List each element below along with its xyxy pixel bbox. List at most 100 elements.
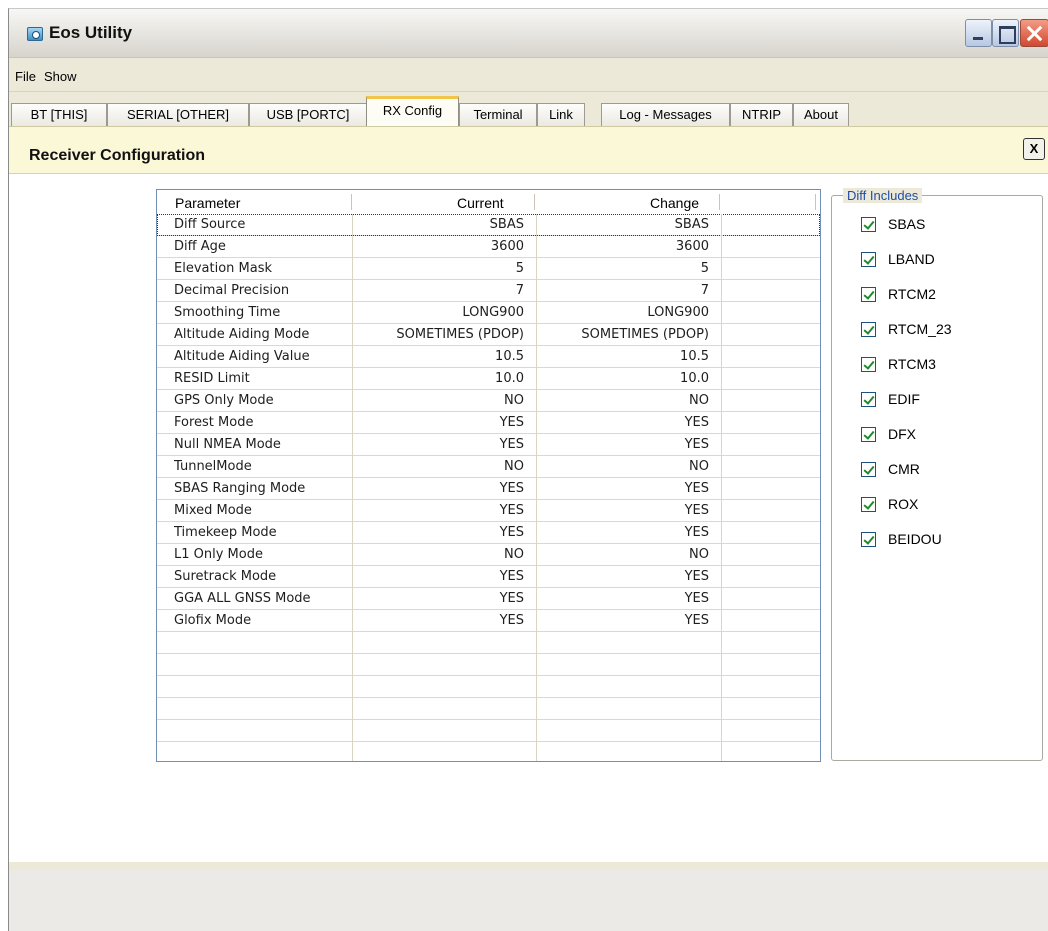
checkbox-checked-icon[interactable] — [861, 252, 876, 267]
checkbox-checked-icon[interactable] — [861, 497, 876, 512]
header-separator[interactable] — [534, 194, 535, 210]
panel-title: Receiver Configuration — [29, 147, 206, 164]
checkbox-label: RTCM3 — [888, 356, 936, 372]
cell-current: LONG900 — [462, 305, 524, 320]
window-title: Eos Utility — [49, 23, 133, 42]
cell-current: YES — [499, 437, 524, 452]
cell-change[interactable]: LONG900 — [537, 305, 709, 320]
cell-parameter: Forest Mode — [174, 415, 254, 430]
cell-parameter: TunnelMode — [174, 459, 252, 474]
cell-parameter: Glofix Mode — [174, 613, 252, 628]
cell-change[interactable]: 3600 — [537, 239, 709, 254]
cell-parameter: Diff Source — [174, 217, 246, 232]
cell-change[interactable]: YES — [537, 415, 709, 430]
checkbox-checked-icon[interactable] — [861, 392, 876, 407]
tab-strip: BT [THIS] SERIAL [OTHER] USB [PORTC] RX … — [9, 92, 1048, 127]
cell-change[interactable]: NO — [537, 547, 709, 562]
cell-current: SBAS — [489, 217, 524, 232]
tab-rx-config[interactable]: RX Config — [366, 96, 459, 126]
header-parameter[interactable]: Parameter — [175, 195, 240, 211]
cell-current: YES — [499, 415, 524, 430]
panel-header: Receiver Configuration X — [9, 126, 1048, 174]
diff-includes-legend: Diff Includes — [843, 188, 923, 203]
cell-change[interactable]: 5 — [537, 261, 709, 276]
cell-parameter: GPS Only Mode — [174, 393, 274, 408]
cell-change[interactable]: NO — [537, 393, 709, 408]
header-separator[interactable] — [815, 194, 816, 210]
cell-parameter: Timekeep Mode — [174, 525, 277, 540]
cell-change[interactable]: YES — [537, 437, 709, 452]
cell-current: 10.5 — [495, 349, 524, 364]
status-area — [9, 870, 1048, 931]
cell-change[interactable]: 10.5 — [537, 349, 709, 364]
menu-file[interactable]: File — [15, 69, 36, 84]
cell-change[interactable]: 7 — [537, 283, 709, 298]
column-divider — [536, 214, 537, 761]
column-divider — [352, 214, 353, 761]
minimize-button[interactable] — [965, 19, 992, 47]
cell-current: YES — [499, 569, 524, 584]
menu-bar: File Show — [9, 58, 1048, 92]
cell-change[interactable]: NO — [537, 459, 709, 474]
checkbox-checked-icon[interactable] — [861, 462, 876, 477]
checkbox-label: SBAS — [888, 216, 926, 232]
cell-current: NO — [504, 393, 524, 408]
checkbox-checked-icon[interactable] — [861, 217, 876, 232]
panel-close-button[interactable]: X — [1023, 138, 1045, 160]
cell-current: 5 — [515, 261, 524, 276]
cell-change[interactable]: SOMETIMES (PDOP) — [537, 327, 709, 342]
cell-parameter: Mixed Mode — [174, 503, 252, 518]
cell-change[interactable]: YES — [537, 525, 709, 540]
cell-current: SOMETIMES (PDOP) — [396, 327, 524, 342]
checkbox-label: RTCM2 — [888, 286, 936, 302]
header-current[interactable]: Current — [457, 195, 504, 211]
checkbox-checked-icon[interactable] — [861, 427, 876, 442]
cell-change[interactable]: YES — [537, 481, 709, 496]
tab-link[interactable]: Link — [537, 103, 585, 127]
header-change[interactable]: Change — [650, 195, 699, 211]
cell-change[interactable]: YES — [537, 503, 709, 518]
cell-parameter: Smoothing Time — [174, 305, 281, 320]
cell-change[interactable]: YES — [537, 591, 709, 606]
cell-parameter: Null NMEA Mode — [174, 437, 281, 452]
cell-current: 7 — [515, 283, 524, 298]
checkbox-checked-icon[interactable] — [861, 322, 876, 337]
cell-parameter: Altitude Aiding Value — [174, 349, 310, 364]
tab-about[interactable]: About — [793, 103, 849, 127]
cell-parameter: L1 Only Mode — [174, 547, 263, 562]
cell-change[interactable]: YES — [537, 569, 709, 584]
header-separator[interactable] — [351, 194, 352, 210]
title-bar[interactable]: Eos Utility — [9, 9, 1048, 58]
header-separator[interactable] — [719, 194, 720, 210]
cell-current: YES — [499, 591, 524, 606]
app-icon — [27, 27, 43, 41]
cell-change[interactable]: SBAS — [537, 217, 709, 232]
cell-parameter: Diff Age — [174, 239, 226, 254]
tab-bt[interactable]: BT [THIS] — [11, 103, 107, 127]
maximize-button[interactable] — [992, 19, 1019, 47]
tab-terminal[interactable]: Terminal — [459, 103, 537, 127]
column-divider — [721, 214, 722, 761]
config-grid[interactable]: Parameter Current Change Diff Source SBAS… — [156, 189, 821, 762]
checkbox-label: BEIDOU — [888, 531, 942, 547]
close-window-button[interactable] — [1020, 19, 1048, 47]
cell-current: YES — [499, 503, 524, 518]
cell-change[interactable]: YES — [537, 613, 709, 628]
checkbox-checked-icon[interactable] — [861, 357, 876, 372]
checkbox-checked-icon[interactable] — [861, 532, 876, 547]
app-window: Eos Utility File Show BT [THIS] SERIAL [… — [8, 8, 1048, 931]
tab-ntrip[interactable]: NTRIP — [730, 103, 793, 127]
cell-current: YES — [499, 481, 524, 496]
cell-current: 10.0 — [495, 371, 524, 386]
tab-log-messages[interactable]: Log - Messages — [601, 103, 730, 127]
checkbox-label: RTCM_23 — [888, 321, 952, 337]
cell-parameter: Decimal Precision — [174, 283, 290, 298]
cell-parameter: Altitude Aiding Mode — [174, 327, 310, 342]
tab-serial[interactable]: SERIAL [OTHER] — [107, 103, 249, 127]
cell-change[interactable]: 10.0 — [537, 371, 709, 386]
cell-parameter: GGA ALL GNSS Mode — [174, 591, 311, 606]
checkbox-checked-icon[interactable] — [861, 287, 876, 302]
menu-show[interactable]: Show — [44, 69, 77, 84]
tab-usb[interactable]: USB [PORTC] — [249, 103, 367, 127]
cell-parameter: Suretrack Mode — [174, 569, 277, 584]
